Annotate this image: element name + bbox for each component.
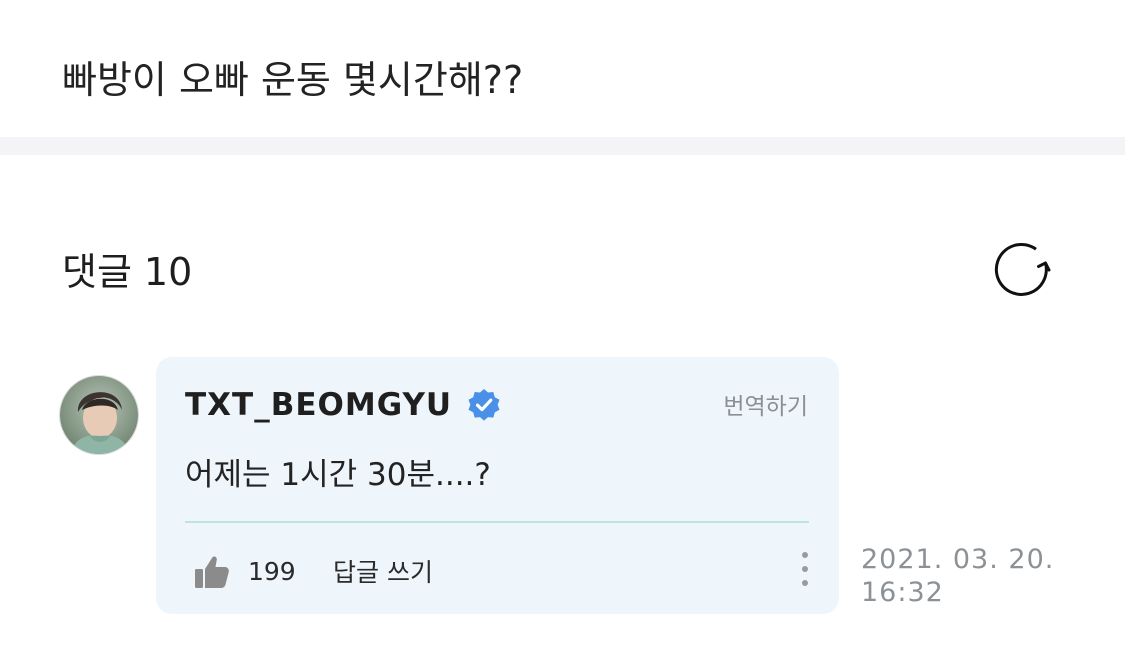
- translate-link[interactable]: 번역하기: [723, 387, 808, 421]
- more-options-button[interactable]: [794, 550, 816, 590]
- comments-heading: 댓글 10: [62, 246, 192, 298]
- like-count: 199: [248, 556, 296, 586]
- comment-date: 2021. 03. 20.: [861, 544, 1055, 575]
- like-button[interactable]: 199: [190, 549, 296, 593]
- refresh-icon: [994, 242, 1051, 296]
- comment-card: TXT_BEOMGYU 번역하기 어제는 1시간 30분....? 199 답글…: [156, 357, 839, 614]
- author-name[interactable]: TXT_BEOMGYU: [185, 387, 452, 423]
- reply-button[interactable]: 답글 쓰기: [333, 553, 433, 589]
- comment-text: 어제는 1시간 30분....?: [185, 457, 491, 493]
- avatar-image: [60, 376, 138, 454]
- comments-label: 댓글: [62, 250, 132, 294]
- comment-timestamp: 2021. 03. 20. 16:32: [861, 543, 1054, 609]
- more-vertical-icon: [802, 552, 808, 586]
- post-title: 빠방이 오빠 운동 몇시간해??: [62, 58, 524, 102]
- author-row: TXT_BEOMGYU: [185, 387, 502, 423]
- card-divider: [185, 521, 809, 523]
- thumbs-up-icon: [195, 556, 229, 588]
- section-divider: [0, 137, 1125, 155]
- avatar[interactable]: [59, 375, 139, 455]
- comments-count: 10: [143, 250, 193, 294]
- verified-badge-icon: [468, 389, 500, 421]
- post-header: 빠방이 오빠 운동 몇시간해??: [0, 0, 1125, 137]
- refresh-button[interactable]: [991, 240, 1057, 302]
- comment-time: 16:32: [861, 577, 944, 608]
